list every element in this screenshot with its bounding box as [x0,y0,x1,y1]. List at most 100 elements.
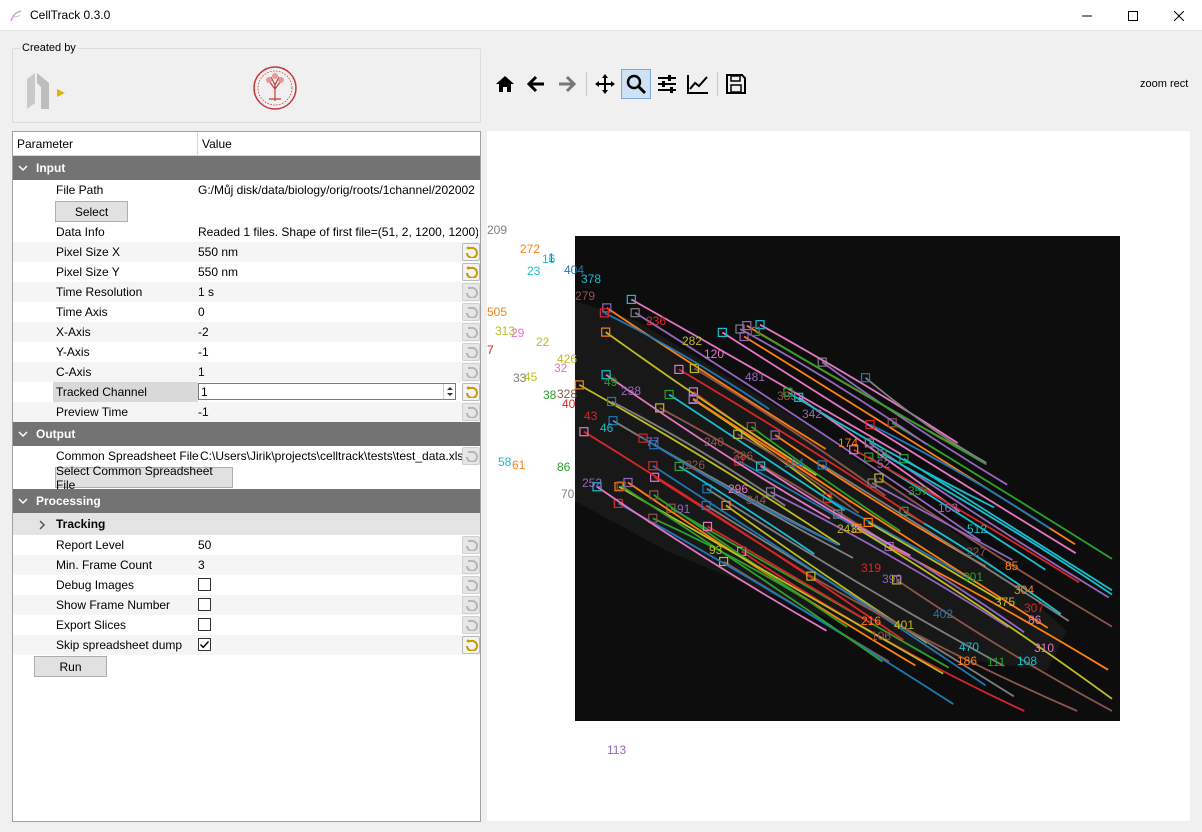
track-id-label: 402 [933,607,953,621]
track-id-label: 38 [543,388,557,402]
param-row-min-frame: Min. Frame Count 3 [13,555,480,575]
track-id-label: 386 [733,449,753,463]
param-label: Pixel Size Y [56,265,120,279]
chevron-right-icon[interactable] [37,519,47,531]
skip-dump-checkbox[interactable] [198,638,211,651]
forward-button[interactable] [552,69,582,99]
param-row-run: Run [13,655,480,679]
time-resolution-value[interactable]: 1 s [198,285,478,299]
track-id-label: 344 [746,493,766,507]
section-processing[interactable]: Processing [13,489,480,513]
section-input[interactable]: Input [13,156,480,180]
plot-canvas[interactable]: 209 272 1 16 23 505 313 29 7 22 33 45 58 61 113 404 378… [487,131,1190,821]
section-label: Processing [36,494,101,508]
time-axis-value[interactable]: 0 [198,305,478,319]
reset-default-button[interactable] [462,303,480,321]
reset-default-button[interactable] [462,363,480,381]
spreadsheet-path-value[interactable]: C:\Users\Jirik\projects\celltrack\tests\… [200,449,468,463]
reset-default-button[interactable] [462,447,480,465]
undo-icon [466,386,478,398]
maximize-button[interactable] [1110,0,1156,31]
undo-icon [466,450,478,462]
pixel-size-x-value[interactable]: 550 nm [198,245,478,259]
track-id-label: 106 [871,629,891,643]
track-id-label: 216 [861,614,881,628]
save-button[interactable] [721,69,751,99]
param-label: Y-Axis [56,345,90,359]
undo-icon [466,559,478,571]
report-level-value[interactable]: 50 [198,538,478,552]
pixel-size-y-value[interactable]: 550 nm [198,265,478,279]
section-output[interactable]: Output [13,422,480,446]
reset-default-button[interactable] [462,343,480,361]
home-button[interactable] [490,69,520,99]
toolbar-separator [717,72,718,96]
track-id-label: 43 [584,409,598,423]
file-path-value[interactable]: G:/Můj disk/data/biology/orig/roots/1cha… [198,183,478,197]
track-id-label: 310 [1034,641,1054,655]
track-id-label: 226 [685,458,705,472]
track-id-label: 52 [877,457,891,471]
track-id-label: 236 [646,314,666,328]
debug-images-checkbox[interactable] [198,578,211,591]
track-id-label: 375 [995,595,1015,609]
back-button[interactable] [521,69,551,99]
tracked-channel-value: 1 [201,385,208,399]
pan-button[interactable] [590,69,620,99]
y-axis-value[interactable]: -1 [198,345,478,359]
reset-default-button[interactable] [462,403,480,421]
chevron-down-icon[interactable] [17,162,29,174]
param-label: Pixel Size X [56,245,121,259]
outside-track-label: 58 [498,455,512,469]
spin-up-down-icon[interactable] [444,384,456,399]
select-file-button[interactable]: Select [55,201,128,222]
toolbar-mode-text: zoom rect [1140,78,1189,90]
param-row-time-resolution: Time Resolution 1 s [13,282,480,302]
preview-time-value[interactable]: -1 [198,405,478,419]
run-button[interactable]: Run [34,656,107,677]
edit-axis-button[interactable] [683,69,713,99]
show-frame-checkbox[interactable] [198,598,211,611]
param-row-skip-dump: Skip spreadsheet dump [13,635,480,655]
reset-default-button[interactable] [462,596,480,614]
reset-default-button[interactable] [462,323,480,341]
close-button[interactable] [1156,0,1202,31]
reset-default-button[interactable] [462,576,480,594]
subsection-tracking[interactable]: Tracking [13,513,480,535]
min-frame-value[interactable]: 3 [198,558,478,572]
parameter-tree: Parameter Value Input File Path G:/Můj d… [12,131,481,822]
save-icon [726,74,746,94]
spin-arrows[interactable] [443,384,455,399]
track-id-label: 108 [1017,654,1037,668]
checkmark-icon [199,641,210,649]
reset-default-button[interactable] [462,243,480,261]
select-spreadsheet-button[interactable]: Select Common Spreadsheet File [55,464,233,492]
param-label: Preview Time [56,405,129,419]
reset-default-button[interactable] [462,536,480,554]
export-slices-checkbox[interactable] [198,618,211,631]
reset-default-button[interactable] [462,263,480,281]
reset-default-button[interactable] [462,283,480,301]
undo-icon [466,406,478,418]
zoom-button[interactable] [621,69,651,99]
track-id-label: 279 [575,289,595,303]
chevron-down-icon[interactable] [17,495,29,507]
chevron-down-icon[interactable] [17,428,29,440]
reset-default-button[interactable] [462,556,480,574]
reset-default-button[interactable] [462,616,480,634]
outside-track-label: 22 [536,335,550,349]
reset-default-button[interactable] [462,383,480,401]
c-axis-value[interactable]: 1 [198,365,478,379]
x-axis-value[interactable]: -2 [198,325,478,339]
reset-default-button[interactable] [462,636,480,654]
track-id-label: 111 [987,655,1006,669]
configure-subplots-button[interactable] [652,69,682,99]
tracked-channel-spinbox[interactable]: 1 [198,383,456,400]
minimize-button[interactable] [1064,0,1110,31]
param-label: Debug Images [56,578,135,592]
param-row-file-path: File Path G:/Můj disk/data/biology/orig/… [13,180,480,200]
track-id-label: 243 [837,522,857,536]
param-label: Min. Frame Count [56,558,153,572]
param-row-time-axis: Time Axis 0 [13,302,480,322]
tracking-plot[interactable]: 2092721162350531329722334558 61113 404378… [487,131,1190,821]
